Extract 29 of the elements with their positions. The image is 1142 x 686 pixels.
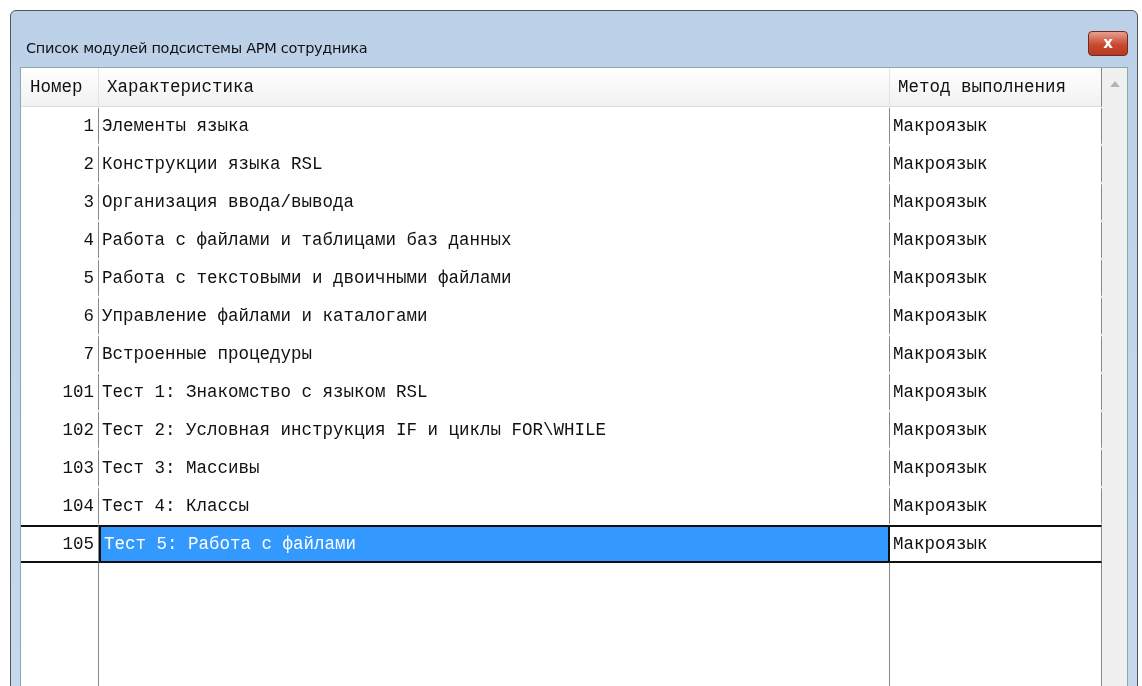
- table-cell: 2: [21, 145, 99, 183]
- table-cell[interactable]: Тест 3: Массивы: [99, 449, 890, 487]
- table-cell: 5: [21, 259, 99, 297]
- window-title: Список модулей подсистемы АРМ сотрудника: [25, 39, 368, 56]
- table-cell: 6: [21, 297, 99, 335]
- table-cell[interactable]: Тест 2: Условная инструкция IF и циклы FOR\WHILE: [99, 411, 890, 449]
- table-cell[interactable]: Тест 1: Знакомство с языком RSL: [99, 373, 890, 411]
- close-button[interactable]: x: [1088, 30, 1128, 56]
- table-cell[interactable]: Организация ввода/вывода: [99, 183, 890, 221]
- table-cell: 1: [21, 107, 99, 145]
- table-cell: 101: [21, 373, 99, 411]
- table-cell: 103: [21, 449, 99, 487]
- table-cell[interactable]: Работа с текстовыми и двоичными файлами: [99, 259, 890, 297]
- table-cell: Макроязык: [890, 525, 1102, 563]
- table-cell[interactable]: Элементы языка: [99, 107, 890, 145]
- table-cell: 104: [21, 487, 99, 525]
- column-header[interactable]: Метод выполнения: [890, 68, 1102, 107]
- column-header[interactable]: Характеристика: [99, 68, 890, 107]
- table-cell: 102: [21, 411, 99, 449]
- table-cell[interactable]: Работа с файлами и таблицами баз данных: [99, 221, 890, 259]
- scrollbar[interactable]: [1102, 68, 1127, 686]
- table-cell[interactable]: Управление файлами и каталогами: [99, 297, 890, 335]
- table-cell: 3: [21, 183, 99, 221]
- table-cell: 7: [21, 335, 99, 373]
- table-cell[interactable]: Встроенные процедуры: [99, 335, 890, 373]
- column-header[interactable]: Номер: [21, 68, 99, 107]
- scroll-up-icon[interactable]: [1109, 80, 1120, 87]
- table-cell: 4: [21, 221, 99, 259]
- table-cell[interactable]: Конструкции языка RSL: [99, 145, 890, 183]
